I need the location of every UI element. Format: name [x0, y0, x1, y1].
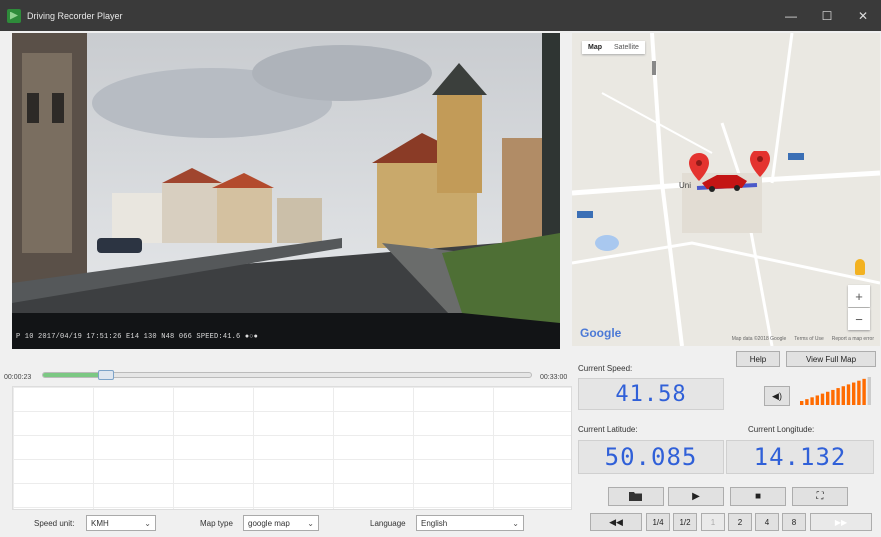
help-button[interactable]: Help [736, 351, 780, 367]
volume-level-bars[interactable] [800, 377, 874, 405]
speed-4x-button[interactable]: 4 [755, 513, 779, 531]
volume-bar [810, 397, 814, 405]
map-panel[interactable]: Map Satellite Uni + − Google Map data ©2… [572, 33, 880, 346]
volume-bar [867, 377, 871, 405]
video-player[interactable]: P 10 2017/04/19 17:51:26 E14 130 N48 066… [12, 33, 560, 349]
title-bar: Driving Recorder Player — ☐ ✕ [0, 0, 881, 31]
map-type-select[interactable]: google map ⌄ [243, 515, 319, 531]
volume-bar [846, 384, 851, 405]
maximize-button[interactable]: ☐ [809, 0, 845, 31]
street-view-pegman-icon[interactable] [855, 259, 865, 275]
video-overlay-text: P 10 2017/04/19 17:51:26 E14 130 N48 066… [16, 333, 259, 341]
rewind-button[interactable]: ◀◀ [590, 513, 642, 531]
view-full-map-button[interactable]: View Full Map [786, 351, 876, 367]
google-logo: Google [580, 326, 622, 340]
map-type-value: google map [248, 518, 290, 528]
speed-graph [12, 386, 572, 510]
elapsed-time: 00:00:23 [4, 374, 32, 381]
stop-button[interactable]: ■ [730, 487, 786, 506]
speed-unit-select[interactable]: KMH ⌄ [86, 515, 156, 531]
speed-unit-label: Speed unit: [34, 519, 75, 528]
volume-bar [820, 393, 825, 405]
video-frame [12, 33, 560, 349]
tab-satellite[interactable]: Satellite [608, 41, 645, 54]
speed-normal-button[interactable]: 1 [701, 513, 725, 531]
fullscreen-button[interactable]: ⛶ [792, 487, 848, 506]
end-marker-icon [750, 151, 770, 177]
longitude-display: 14.132 [726, 440, 874, 474]
tab-map[interactable]: Map [582, 41, 608, 54]
map-markers [689, 151, 770, 192]
volume-bar [852, 382, 856, 405]
start-marker-icon [689, 153, 709, 181]
map-type-tabs: Map Satellite [582, 41, 645, 54]
close-button[interactable]: ✕ [845, 0, 881, 31]
map-data-text: Map data ©2018 Google [731, 336, 787, 342]
zoom-out-button[interactable]: − [848, 308, 870, 330]
volume-bar [831, 389, 835, 405]
play-button[interactable]: ▶ [668, 487, 724, 506]
chevron-down-icon: ⌄ [144, 519, 151, 528]
chevron-down-icon: ⌄ [307, 519, 314, 528]
speed-display: 41.58 [578, 378, 724, 410]
terms-link[interactable]: Terms of Use [794, 336, 823, 342]
open-folder-icon [629, 492, 642, 501]
latitude-display: 50.085 [578, 440, 724, 474]
volume-bar [857, 380, 861, 405]
volume-bar [862, 378, 866, 405]
volume-bar [826, 391, 830, 405]
longitude-label: Current Longitude: [748, 425, 815, 434]
fast-forward-button[interactable]: ▶▶ [810, 513, 872, 531]
volume-bar [805, 399, 809, 405]
speed-label: Current Speed: [578, 364, 633, 373]
chevron-down-icon: ⌄ [512, 519, 519, 528]
volume-icon[interactable]: ◀) [764, 386, 790, 406]
speed-quarter-button[interactable]: 1/4 [646, 513, 670, 531]
zoom-in-button[interactable]: + [848, 285, 870, 307]
window-title: Driving Recorder Player [27, 10, 123, 21]
report-link[interactable]: Report a map error [832, 336, 874, 342]
volume-bar [836, 388, 840, 405]
language-select[interactable]: English ⌄ [416, 515, 524, 531]
volume-bar [800, 401, 804, 405]
speed-2x-button[interactable]: 2 [728, 513, 752, 531]
app-logo-icon [7, 8, 21, 23]
progress-thumb[interactable] [98, 370, 115, 380]
progress-slider[interactable] [42, 370, 532, 380]
car-icon [702, 175, 747, 189]
latitude-label: Current Latitude: [578, 425, 638, 434]
speed-half-button[interactable]: 1/2 [673, 513, 697, 531]
map-type-label: Map type [200, 519, 233, 528]
volume-bar [815, 395, 819, 405]
volume-bar [841, 386, 845, 405]
minimize-button[interactable]: — [773, 0, 809, 31]
open-file-button[interactable] [608, 487, 664, 506]
speed-8x-button[interactable]: 8 [782, 513, 806, 531]
speed-unit-value: KMH [91, 518, 109, 528]
map-attribution: Map data ©2018 Google Terms of Use Repor… [732, 336, 874, 342]
language-label: Language [370, 519, 406, 528]
language-value: English [421, 518, 448, 528]
total-time: 00:33:00 [540, 374, 568, 381]
progress-fill [43, 373, 107, 377]
